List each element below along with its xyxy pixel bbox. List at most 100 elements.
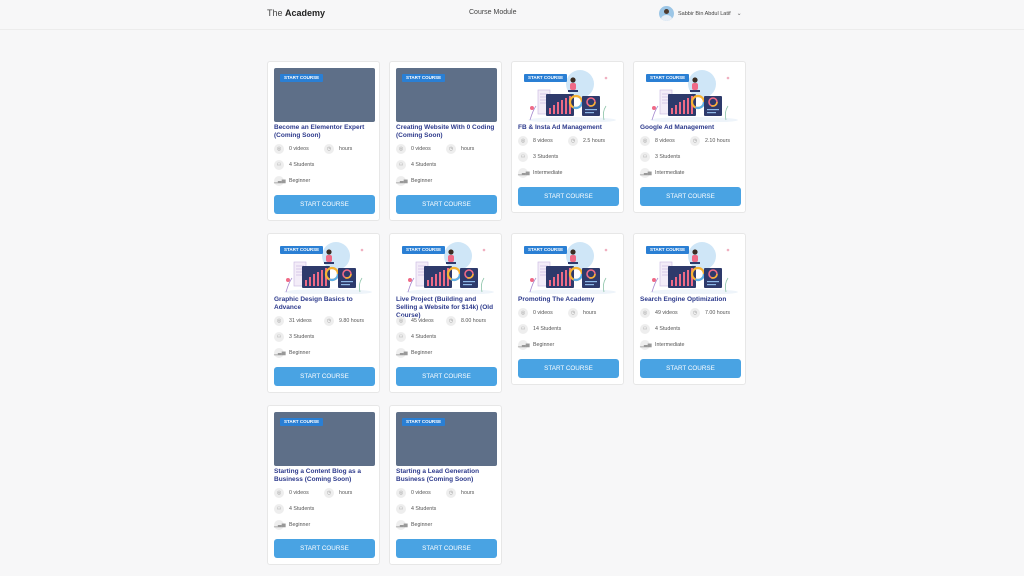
course-card[interactable]: START COURSE Search Engine Optimization … bbox=[633, 233, 746, 385]
start-course-badge[interactable]: START COURSE bbox=[280, 74, 324, 82]
clock-icon: ◷ bbox=[568, 308, 578, 318]
hours-stat: ◷ 2.5 hours bbox=[568, 136, 605, 146]
start-course-button[interactable]: START COURSE bbox=[274, 195, 375, 214]
avatar[interactable] bbox=[659, 6, 674, 21]
start-course-button[interactable]: START COURSE bbox=[396, 195, 497, 214]
course-thumbnail[interactable]: START COURSE bbox=[640, 68, 741, 122]
course-level: Beginner bbox=[411, 350, 433, 356]
start-course-button[interactable]: START COURSE bbox=[640, 359, 741, 378]
start-course-button[interactable]: START COURSE bbox=[396, 539, 497, 558]
start-course-badge[interactable]: START COURSE bbox=[402, 246, 446, 254]
start-course-badge[interactable]: START COURSE bbox=[402, 418, 446, 426]
course-thumbnail[interactable]: START COURSE bbox=[396, 412, 497, 466]
students-count: 4 Students bbox=[411, 506, 437, 512]
videos-stat: ◎ 0 videos bbox=[274, 488, 309, 498]
course-title[interactable]: Starting a Content Blog as a Business (C… bbox=[274, 468, 375, 484]
level-stat: ▁▃▅ Beginner bbox=[396, 176, 497, 186]
user-name[interactable]: Sabbir Bin Abdul Latif bbox=[678, 11, 731, 17]
hours-stat: ◷ hours bbox=[324, 144, 352, 154]
video-icon: ◎ bbox=[640, 136, 650, 146]
videos-count: 49 videos bbox=[655, 310, 678, 316]
course-card[interactable]: START COURSE FB & Insta Ad Management ◎ … bbox=[511, 61, 624, 213]
course-thumbnail[interactable]: START COURSE bbox=[396, 240, 497, 294]
course-title[interactable]: Promoting The Academy bbox=[518, 296, 619, 304]
videos-stat: ◎ 8 videos bbox=[518, 136, 553, 146]
user-menu[interactable]: Sabbir Bin Abdul Latif ⌄ bbox=[659, 6, 742, 21]
course-level: Beginner bbox=[411, 178, 433, 184]
course-title[interactable]: Google Ad Management bbox=[640, 124, 741, 132]
chevron-down-icon[interactable]: ⌄ bbox=[737, 10, 742, 17]
course-title[interactable]: Search Engine Optimization bbox=[640, 296, 741, 304]
users-icon: ⚇ bbox=[396, 160, 406, 170]
videos-stat: ◎ 0 videos bbox=[274, 144, 309, 154]
videos-stat: ◎ 0 videos bbox=[518, 308, 553, 318]
video-icon: ◎ bbox=[396, 488, 406, 498]
course-thumbnail[interactable]: START COURSE bbox=[274, 412, 375, 466]
start-course-button[interactable]: START COURSE bbox=[396, 367, 497, 386]
course-thumbnail[interactable]: START COURSE bbox=[396, 68, 497, 122]
course-card[interactable]: START COURSE Starting a Lead Generation … bbox=[389, 405, 502, 565]
start-course-button[interactable]: START COURSE bbox=[274, 367, 375, 386]
start-course-badge[interactable]: START COURSE bbox=[524, 246, 568, 254]
start-course-button[interactable]: START COURSE bbox=[640, 187, 741, 206]
students-count: 4 Students bbox=[411, 162, 437, 168]
students-stat: ⚇ 4 Students bbox=[396, 504, 497, 514]
clock-icon: ◷ bbox=[446, 488, 456, 498]
video-icon: ◎ bbox=[274, 316, 284, 326]
students-count: 3 Students bbox=[289, 334, 315, 340]
course-title[interactable]: Creating Website With 0 Coding (Coming S… bbox=[396, 124, 497, 140]
start-course-badge[interactable]: START COURSE bbox=[280, 418, 324, 426]
course-card[interactable]: START COURSE Live Project (Building and … bbox=[389, 233, 502, 393]
start-course-badge[interactable]: START COURSE bbox=[280, 246, 324, 254]
start-course-button[interactable]: START COURSE bbox=[274, 539, 375, 558]
students-stat: ⚇ 3 Students bbox=[274, 332, 375, 342]
course-title[interactable]: FB & Insta Ad Management bbox=[518, 124, 619, 132]
course-thumbnail[interactable]: START COURSE bbox=[274, 68, 375, 122]
start-course-badge[interactable]: START COURSE bbox=[524, 74, 568, 82]
students-stat: ⚇ 14 Students bbox=[518, 324, 619, 334]
course-stats: ◎ 8 videos ◷ 2.5 hours bbox=[518, 136, 619, 146]
hours-stat: ◷ hours bbox=[324, 488, 352, 498]
video-icon: ◎ bbox=[518, 136, 528, 146]
course-card[interactable]: START COURSE Become an Elementor Expert … bbox=[267, 61, 380, 221]
course-card[interactable]: START COURSE Promoting The Academy ◎ 0 v… bbox=[511, 233, 624, 385]
videos-count: 0 videos bbox=[289, 146, 309, 152]
course-title[interactable]: Graphic Design Basics to Advance bbox=[274, 296, 375, 312]
course-card[interactable]: START COURSE Creating Website With 0 Cod… bbox=[389, 61, 502, 221]
users-icon: ⚇ bbox=[640, 152, 650, 162]
start-course-badge[interactable]: START COURSE bbox=[646, 74, 690, 82]
students-count: 14 Students bbox=[533, 326, 562, 332]
students-stat: ⚇ 3 Students bbox=[640, 152, 741, 162]
page-title: Course Module bbox=[469, 9, 517, 16]
course-card[interactable]: START COURSE Google Ad Management ◎ 8 vi… bbox=[633, 61, 746, 213]
clock-icon: ◷ bbox=[690, 136, 700, 146]
videos-stat: ◎ 0 videos bbox=[396, 144, 431, 154]
students-stat: ⚇ 4 Students bbox=[396, 160, 497, 170]
course-title[interactable]: Become an Elementor Expert (Coming Soon) bbox=[274, 124, 375, 140]
level-stat: ▁▃▅ Beginner bbox=[396, 348, 497, 358]
video-icon: ◎ bbox=[396, 144, 406, 154]
clock-icon: ◷ bbox=[324, 488, 334, 498]
video-icon: ◎ bbox=[274, 488, 284, 498]
start-course-button[interactable]: START COURSE bbox=[518, 359, 619, 378]
clock-icon: ◷ bbox=[446, 144, 456, 154]
course-thumbnail[interactable]: START COURSE bbox=[640, 240, 741, 294]
clock-icon: ◷ bbox=[568, 136, 578, 146]
course-card[interactable]: START COURSE Graphic Design Basics to Ad… bbox=[267, 233, 380, 393]
students-stat: ⚇ 3 Students bbox=[518, 152, 619, 162]
start-course-badge[interactable]: START COURSE bbox=[646, 246, 690, 254]
hours-value: 2.10 hours bbox=[705, 138, 731, 144]
course-thumbnail[interactable]: START COURSE bbox=[518, 240, 619, 294]
course-thumbnail[interactable]: START COURSE bbox=[518, 68, 619, 122]
hours-value: hours bbox=[461, 146, 475, 152]
course-stats: ◎ 45 videos ◷ 8.00 hours bbox=[396, 316, 497, 326]
course-title[interactable]: Starting a Lead Generation Business (Com… bbox=[396, 468, 497, 484]
brand-logo[interactable]: The Academy bbox=[267, 8, 325, 18]
videos-count: 8 videos bbox=[655, 138, 675, 144]
hours-value: hours bbox=[339, 490, 353, 496]
start-course-badge[interactable]: START COURSE bbox=[402, 74, 446, 82]
course-card[interactable]: START COURSE Starting a Content Blog as … bbox=[267, 405, 380, 565]
course-thumbnail[interactable]: START COURSE bbox=[274, 240, 375, 294]
course-level: Beginner bbox=[289, 178, 311, 184]
start-course-button[interactable]: START COURSE bbox=[518, 187, 619, 206]
